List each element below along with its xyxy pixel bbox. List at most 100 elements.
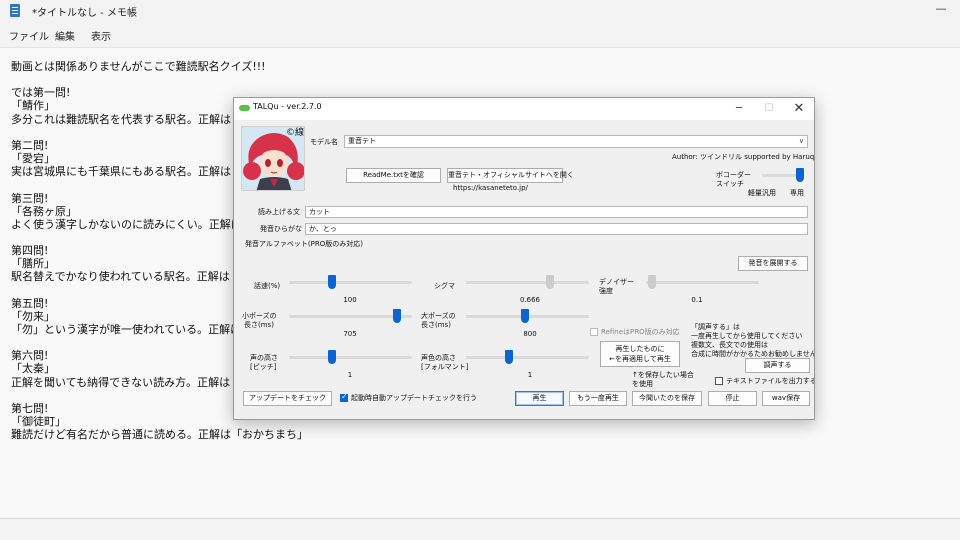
refine-checkbox [590,328,598,336]
wav-save-button[interactable]: wav保存 [762,391,810,406]
denoiser-value: 0.1 [691,296,703,304]
minimize-button[interactable]: ─ [726,100,752,117]
model-name-label: モデル名 [310,138,338,146]
text-line: よく使う漢字しかないのに読みにくい。正解は「 [11,217,253,231]
auto-update-label: 起動時自動アップデートチェックを行う [351,394,477,402]
vocoder-switch-slider[interactable] [762,167,804,183]
model-select-value: 重音テト [348,137,376,145]
notepad-minimize-button[interactable]: — [931,3,951,17]
tune-note-2: 一度再生してから使用してください [691,332,803,340]
talqu-app-icon [239,105,250,111]
slider-track [289,281,412,284]
long-pause-value: 800 [523,330,537,338]
pitch-value: 1 [347,371,353,379]
save-note-1: ↑を保存したい場合 [632,371,694,379]
formant-slider[interactable] [466,349,589,365]
maximize-button: ☐ [764,103,774,114]
text-line: 動画とは関係ありませんがここで難読駅名クイズ!!! [11,60,266,73]
notepad-window-title: *タイトルなし - メモ帳 [32,8,137,19]
read-text-input[interactable]: カット [305,206,808,218]
auto-update-checkbox[interactable] [340,392,348,402]
notepad-menubar: ファイル 編集 表示 [0,26,960,44]
denoiser-label-1: デノイザー [599,278,634,286]
text-file-checkbox[interactable] [715,377,723,385]
author-label: Author: ツインドリル supported by Haruqa [672,153,815,161]
menu-file[interactable]: ファイル [9,28,49,43]
talqu-window-title: TALQu - ver.2.7.0 [253,102,322,111]
long-pause-label-1: 大ポーズの [421,312,456,320]
formant-value: 1 [527,371,533,379]
long-pause-label-2: 長さ(ms) [421,321,451,329]
hiragana-input[interactable]: か、とっ [305,223,808,235]
alphabet-label: 発音アルファベット(PRO版のみ対応) [245,240,363,248]
text-line: 正解を聞いても納得できない読み方。正解は「 [11,375,242,389]
speed-slider[interactable] [289,274,412,290]
text-line: 難読だけど有名だから普通に読める。正解は「おかちまち」 [11,428,308,442]
pitch-slider[interactable] [289,349,412,365]
notepad-app-icon [10,4,20,17]
play-button[interactable]: 再生 [515,391,564,406]
slider-thumb[interactable] [328,275,337,289]
tune-button[interactable]: 調声する [745,358,810,373]
vocoder-label-2: スイッチ [716,180,744,188]
talqu-window: TALQu - ver.2.7.0 ─ ☐ ✕ ©線 モデル名 重音テト ∨ A… [233,97,815,420]
vocoder-label-1: ボコーダー [716,171,751,179]
long-pause-slider[interactable] [466,308,589,324]
read-text-label: 読み上げる文 [258,208,300,216]
sigma-slider[interactable] [466,274,589,290]
denoiser-label-2: 強度 [599,287,613,295]
close-button[interactable]: ✕ [786,100,812,117]
formant-label-2: [フォルマント] [421,363,469,371]
model-select[interactable]: 重音テト ∨ [344,135,808,148]
hiragana-label: 発音ひらがな [260,225,302,233]
notepad-status-bar [0,518,960,540]
official-site-button[interactable]: 重音テト・オフィシャルサイトへを開く [447,168,574,183]
text-line: 「勿」という漢字が唯一使われている。正解は「 [11,323,253,336]
denoiser-slider[interactable] [646,274,759,290]
reapply-play-button[interactable]: 再生したものに ←を再適用して再生 [600,341,680,367]
pitch-label-1: 声の高さ [250,354,278,362]
pitch-label-2: [ピッチ] [250,363,277,371]
slider-track [466,356,589,359]
slider-thumb[interactable] [545,275,554,289]
text-line: 多分これは難読駅名を代表する駅名。正解は「 [11,112,242,126]
text-line: 駅名替えでかなり使われている駅名。正解は「 [11,270,241,284]
slider-track [762,174,800,177]
tune-note-3: 複数文、長文での使用は [691,341,768,349]
expand-pronunciation-button[interactable]: 発音を展開する [738,256,808,271]
copyright-label: ©線 [286,128,305,138]
slider-track [646,281,759,284]
menu-view[interactable]: 表示 [91,28,111,43]
refine-label: RefineはPRO版のみ対応 [601,328,680,336]
slider-thumb[interactable] [647,275,656,289]
talqu-titlebar: TALQu - ver.2.7.0 ─ ☐ ✕ [234,98,814,120]
save-note-2: を使用 [632,380,653,388]
slider-thumb[interactable] [505,350,514,364]
formant-label-1: 声色の高さ [421,354,456,362]
text-line: 実は宮城県にも千葉県にもある駅名。正解は「 [11,165,242,179]
slider-thumb[interactable] [393,309,402,323]
text-file-label: テキストファイルを出力する [726,377,815,385]
speed-label: 話速(%) [254,282,281,290]
vocoder-right-label: 専用 [790,189,804,197]
site-url-link[interactable]: https://kasaneteto.jp/ [453,184,528,193]
chevron-down-icon: ∨ [798,137,804,145]
menu-edit[interactable]: 編集 [55,28,75,43]
replay-button[interactable]: もう一度再生 [569,391,627,406]
speed-value: 100 [343,296,357,304]
readme-button[interactable]: ReadMe.txtを確認 [346,168,441,183]
short-pause-label-2: 長さ(ms) [244,321,274,329]
reapply-button-line-2: ←を再適用して再生 [609,355,671,363]
tune-note-1: 「調声する」は [691,323,740,331]
slider-track [289,356,412,359]
short-pause-slider[interactable] [289,308,412,324]
stop-button[interactable]: 停止 [708,391,757,406]
vocoder-left-label: 軽量汎用 [748,189,776,197]
slider-thumb[interactable] [796,168,804,182]
short-pause-value: 705 [343,330,357,338]
slider-thumb[interactable] [521,309,530,323]
check-update-button[interactable]: アップデートをチェック [243,391,332,406]
save-heard-button[interactable]: 今聞いたのを保存 [632,391,702,406]
reapply-button-line-1: 再生したものに [615,345,665,353]
slider-thumb[interactable] [328,350,337,364]
